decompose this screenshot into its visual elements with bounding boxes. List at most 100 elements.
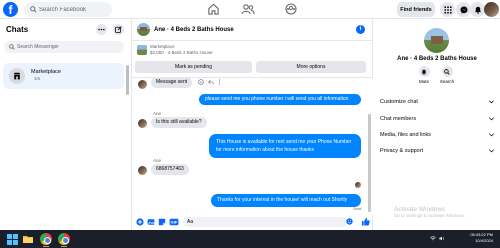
plus-circle-icon[interactable] (136, 218, 144, 226)
more-dots-icon (98, 26, 105, 33)
conversation-scrollbar[interactable] (368, 114, 371, 212)
reply-icon[interactable] (208, 79, 214, 85)
chevron-down-icon (489, 133, 494, 137)
store-icon (13, 72, 21, 80)
new-message-button[interactable] (113, 24, 124, 35)
watermark-title: Activate Windows (394, 206, 446, 213)
volume-icon[interactable] (439, 236, 445, 241)
emoji-react-icon[interactable] (198, 79, 204, 85)
search-label: Search (439, 79, 455, 84)
message-bubble-outgoing: This House is available for rent send me… (209, 134, 361, 158)
conversation-header: Ane · 4 Beds 2 Baths House i (132, 19, 373, 41)
emoji-icon[interactable] (346, 218, 353, 225)
conversation-title[interactable]: Ane · 4 Beds 2 Baths House (154, 27, 234, 33)
sticker-icon[interactable] (158, 218, 166, 226)
conversation-avatar[interactable] (137, 23, 150, 36)
mute-action[interactable]: Mute (414, 66, 434, 84)
message-bubble: Is this still available? (151, 117, 207, 128)
chevron-down-icon (489, 100, 494, 104)
mute-action-circle (418, 66, 430, 77)
listing-thumbnail[interactable] (137, 45, 147, 55)
mute-label: Mute (418, 79, 429, 84)
info-panel-name: Ane · 4 Beds 2 Baths House (397, 56, 477, 62)
bell-icon (474, 6, 482, 14)
row-label: Chat members (380, 116, 417, 122)
sidebar-scrollbar[interactable] (126, 65, 129, 95)
chrome-profile-active-indicator (61, 246, 67, 247)
groups-icon[interactable] (285, 3, 297, 15)
chat-item-time: 1m (34, 76, 41, 81)
windows-taskbar: 05:43:22 PM 10/4/2024 (0, 230, 500, 248)
chrome-active-indicator (43, 246, 49, 247)
messenger-search[interactable] (4, 41, 124, 53)
message-bubble-outgoing: please send me you phone number i will s… (199, 94, 361, 105)
chat-item-marketplace[interactable]: Marketplace 1m (3, 63, 124, 89)
compose-icon (115, 26, 122, 33)
marketplace-listing: Marketplace $2,050 · 4 Beds 2 Baths Hous… (132, 41, 373, 78)
row-label: Privacy & support (380, 148, 424, 154)
sender-name: Ane (153, 111, 162, 116)
chrome-profile-icon[interactable] (58, 233, 70, 245)
clock-date: 10/4/2024 (475, 238, 493, 243)
chats-sidebar: Chats Marketplace 1m (0, 19, 132, 230)
sent-status: Sent (353, 206, 362, 211)
thumbs-up-icon[interactable] (361, 217, 370, 226)
row-label: Media, files and links (380, 132, 432, 138)
find-friends-button[interactable]: Find friends (397, 2, 435, 17)
message-input[interactable] (183, 217, 348, 227)
menu-button[interactable] (440, 2, 455, 17)
watermark-subtitle: Go to Settings to activate Windows. (394, 213, 466, 218)
sender-name: Ane (153, 158, 162, 163)
sender-avatar (138, 166, 147, 175)
messenger-icon (459, 5, 468, 14)
network-icon[interactable] (430, 236, 436, 241)
windows-start-icon[interactable] (6, 233, 18, 245)
marketplace-avatar (9, 68, 25, 84)
more-options-button[interactable]: More options (256, 61, 366, 73)
chat-options-button[interactable] (96, 24, 107, 35)
chat-members-row[interactable]: Chat members (380, 116, 496, 126)
media-files-links-row[interactable]: Media, files and links (380, 132, 496, 142)
friends-icon[interactable] (241, 3, 255, 15)
message-bubble: 6868757463 (151, 164, 189, 175)
chats-title: Chats (6, 25, 29, 34)
customize-chat-row[interactable]: Customize chat (380, 99, 496, 109)
row-label: Customize chat (380, 99, 418, 105)
seen-indicator-avatar (355, 182, 361, 188)
message-bubble: Message sent (151, 78, 193, 88)
svg-text:GIF: GIF (171, 220, 178, 225)
notifications-button[interactable] (470, 2, 485, 17)
messenger-search-input[interactable] (17, 42, 117, 52)
search-icon (444, 68, 450, 75)
facebook-search-input[interactable] (39, 4, 109, 15)
more-vertical-icon[interactable] (218, 79, 221, 85)
activate-windows-watermark: Activate Windows Go to Settings to activ… (394, 206, 465, 218)
gif-icon[interactable]: GIF (169, 218, 179, 226)
info-panel-avatar[interactable] (424, 28, 449, 53)
facebook-logo[interactable]: f (3, 2, 18, 17)
messenger-button[interactable] (456, 2, 471, 17)
taskbar-clock[interactable]: 05:43:22 PM 10/4/2024 (455, 232, 493, 244)
home-icon[interactable] (207, 3, 220, 15)
chevron-down-icon (489, 117, 494, 121)
chrome-icon[interactable] (40, 233, 52, 245)
menu-grid-icon (443, 5, 452, 14)
privacy-support-row[interactable]: Privacy & support (380, 148, 496, 158)
file-explorer-icon[interactable] (22, 233, 34, 245)
chat-info-panel: Ane · 4 Beds 2 Baths House Mute Search C… (374, 19, 500, 230)
listing-kicker: Marketplace (150, 44, 175, 49)
search-icon (30, 6, 37, 13)
message-composer: GIF (132, 215, 373, 230)
search-action[interactable]: Search (437, 66, 457, 84)
info-icon[interactable]: i (356, 25, 365, 34)
facebook-search[interactable] (24, 2, 112, 17)
message-actions (198, 78, 221, 86)
listing-price: $2,050 · 4 Beds 2 Baths House (150, 50, 213, 55)
message-list: Message sent please send me you phone nu… (132, 78, 373, 215)
profile-avatar[interactable] (484, 2, 499, 17)
mark-as-pending-button[interactable]: Mark as pending (135, 61, 252, 73)
sender-avatar (138, 119, 147, 128)
top-navigation-bar: f Find friends (0, 0, 500, 19)
search-icon (9, 44, 15, 50)
image-icon[interactable] (147, 218, 155, 226)
